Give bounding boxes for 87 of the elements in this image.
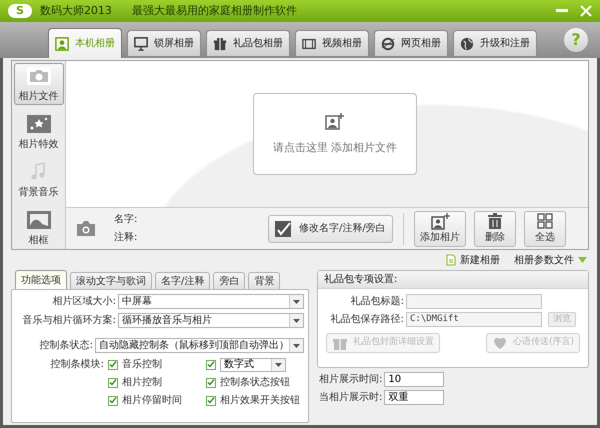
tab[interactable]: 锁屏相册: [127, 30, 201, 57]
tab[interactable]: 网页相册: [374, 30, 448, 57]
checkbox[interactable]: [206, 396, 216, 406]
sidebar-item[interactable]: 背景音乐: [14, 159, 64, 201]
sidebar-item[interactable]: 相框: [14, 207, 64, 249]
checkbox[interactable]: [108, 396, 118, 406]
drop-hint: 请点击这里 添加相片文件: [272, 140, 398, 156]
checkmark-icon: [109, 361, 117, 368]
dropdown-arrow-icon: [578, 257, 587, 263]
checkbox[interactable]: [206, 360, 216, 370]
effects-icon: [24, 112, 52, 134]
tab[interactable]: 礼品包相册: [206, 30, 290, 57]
field-label: 礼品包标题:: [350, 294, 404, 309]
dropdown-field[interactable]: 自动隐藏控制条（鼠标移到顶部自动弹出）: [95, 338, 304, 353]
window-subtitle: 最强大最易用的家庭相册制作软件: [132, 2, 297, 19]
document-icon: [446, 254, 456, 266]
tab[interactable]: 名字/注释: [155, 272, 210, 289]
checkbox[interactable]: [108, 378, 118, 388]
edit-caption-button[interactable]: 修改名字/注释/旁白: [268, 214, 393, 242]
checkmark-icon: [109, 379, 117, 386]
checkmark-icon: [275, 220, 293, 236]
input-field[interactable]: 10: [384, 372, 444, 387]
dropdown-field[interactable]: 循环播放音乐与相片: [118, 313, 304, 328]
film-icon: [302, 36, 316, 50]
toolbar-link[interactable]: 相册参数文件: [514, 252, 587, 268]
heart-icon: [492, 335, 508, 351]
person-icon: [55, 36, 69, 50]
field-label: 礼品包保存路径:: [330, 312, 404, 327]
toolbar-link[interactable]: 新建相册: [446, 252, 500, 268]
checkmark-icon: [207, 397, 215, 404]
caret-icon: [293, 300, 300, 304]
dropdown-button[interactable]: [289, 314, 303, 327]
app-logo: S: [8, 4, 32, 18]
tab[interactable]: 旁白: [213, 272, 246, 289]
picture-frame-icon: [24, 208, 52, 230]
checkmark-icon: [109, 397, 117, 404]
globe-icon: [460, 36, 474, 50]
add-photo-icon: [430, 212, 450, 230]
close-icon[interactable]: [580, 5, 592, 17]
checkbox-label: 相片效果开关按钮: [220, 394, 300, 408]
tab[interactable]: 功能选项: [15, 270, 67, 289]
checkbox-label: 相片控制: [122, 376, 162, 390]
add-photo-icon: [325, 112, 345, 130]
tab[interactable]: 升级和注册: [453, 30, 537, 57]
input-field[interactable]: 双重: [384, 390, 444, 405]
camera-icon: [76, 220, 96, 237]
dropdown-field[interactable]: 中屏幕: [118, 294, 304, 309]
checkmark-icon: [207, 379, 215, 386]
input-field[interactable]: C:\DMGift: [406, 312, 542, 327]
minimize-icon[interactable]: [556, 9, 568, 13]
dropdown-button[interactable]: [271, 358, 285, 370]
tab[interactable]: 背景: [248, 272, 280, 289]
monitor-icon: [134, 36, 148, 50]
field-label: 控制条模块:: [50, 358, 105, 372]
dropdown-button[interactable]: [289, 339, 303, 352]
checkbox[interactable]: [108, 360, 118, 370]
caret-icon: [275, 362, 282, 366]
dropdown-field[interactable]: 数字式: [220, 358, 286, 372]
sidebar-item[interactable]: 相片特效: [14, 111, 64, 153]
toolbar-button[interactable]: 全选: [524, 210, 566, 246]
camera-icon: [24, 64, 52, 86]
checkbox-label: 音乐控制: [122, 358, 162, 372]
name-label: 名字:: [114, 212, 138, 227]
input-field[interactable]: [406, 294, 542, 309]
note-label: 注释:: [114, 230, 138, 245]
checkbox[interactable]: [206, 378, 216, 388]
drop-area[interactable]: 请点击这里 添加相片文件: [253, 93, 417, 175]
caret-icon: [293, 344, 300, 348]
tab[interactable]: 滚动文字与歌词: [70, 272, 152, 289]
dropdown-button[interactable]: [289, 295, 303, 308]
field-label: 当相片展示时:: [319, 390, 382, 405]
checkbox-label: 控制条状态按钮: [220, 376, 290, 390]
gift-icon: [213, 36, 227, 50]
sidebar-item[interactable]: 相片文件: [14, 63, 64, 105]
tab[interactable]: 视频相册: [295, 30, 369, 57]
field-label: 相片展示时间:: [319, 372, 382, 387]
toolbar-button[interactable]: 添加相片: [414, 210, 466, 246]
panel-title: 礼品包专项设置:: [324, 272, 398, 287]
field-label: 音乐与相片循环方案:: [22, 314, 116, 328]
toolbar-button[interactable]: 删除: [474, 210, 516, 246]
grid-icon: [534, 212, 555, 230]
field-label: 相片区域大小:: [52, 294, 116, 309]
field-label: 控制条状态:: [38, 338, 93, 353]
checkmark-icon: [207, 361, 215, 368]
window-title: 数码大师2013: [40, 2, 112, 19]
checkbox-label: 相片停留时间: [122, 394, 182, 408]
caret-icon: [293, 318, 300, 322]
